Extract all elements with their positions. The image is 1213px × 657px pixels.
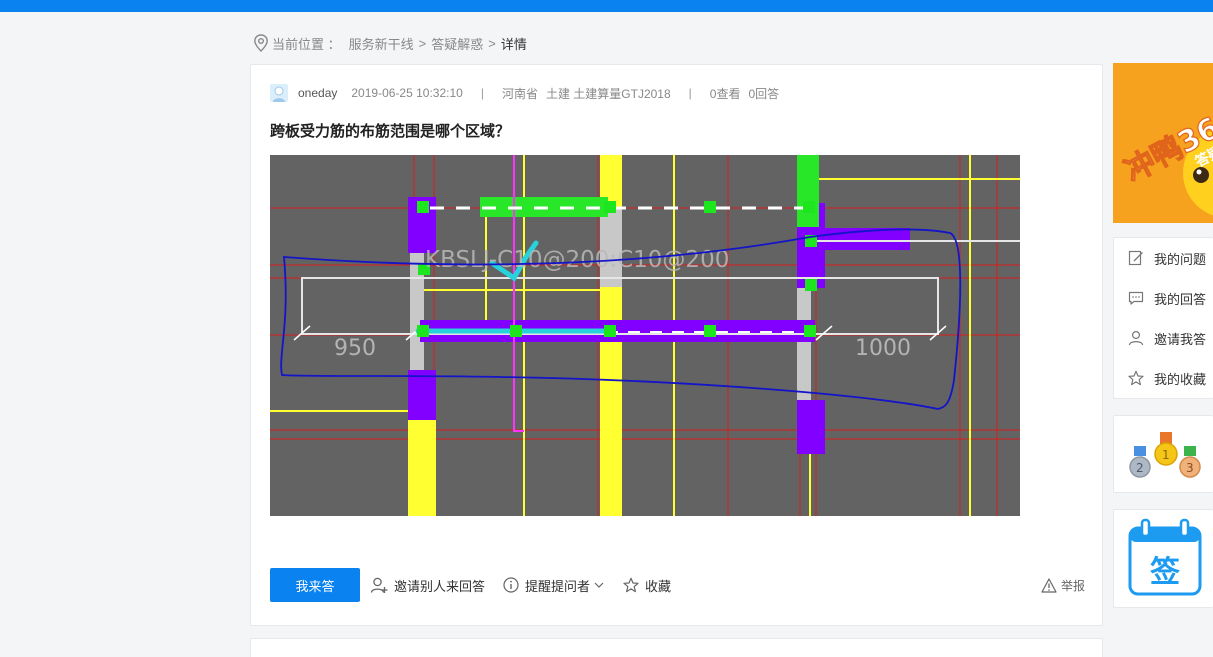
- collect-button[interactable]: 收藏: [623, 576, 671, 595]
- menu-label: 我的收藏: [1154, 371, 1207, 387]
- sign-in-card[interactable]: 签: [1113, 509, 1213, 608]
- answer-button[interactable]: 我来答: [270, 568, 360, 602]
- comment-icon: [1128, 291, 1144, 305]
- breadcrumb-link-service[interactable]: 服务新干线: [349, 34, 414, 53]
- menu-invited[interactable]: 邀请我答: [1114, 318, 1213, 358]
- rebar-label: KBSLJ-C10@200:C10@200: [425, 247, 729, 273]
- post-datetime: 2019-06-25 10:32:10: [351, 86, 463, 100]
- avatar[interactable]: [270, 84, 288, 102]
- edit-icon: [1128, 250, 1143, 266]
- question-image[interactable]: KBSLJ-C10@200:C10@200 950 1000: [270, 155, 1020, 516]
- star-icon: [623, 577, 639, 593]
- medal-rank-2: 2: [1136, 461, 1144, 475]
- ranking-card[interactable]: 2 1 3: [1113, 415, 1213, 493]
- medal-rank-1: 1: [1162, 448, 1170, 462]
- breadcrumb-separator: >: [418, 35, 427, 51]
- action-bar: 我来答 邀请别人来回答 提醒提问者 收藏 举报: [270, 568, 1085, 602]
- invite-button[interactable]: 邀请别人来回答: [370, 576, 485, 595]
- dimension-right: 1000: [855, 336, 911, 361]
- report-button[interactable]: 举报: [1041, 568, 1085, 602]
- breadcrumb-prefix: 当前位置 ：: [272, 36, 341, 52]
- menu-label: 邀请我答: [1154, 331, 1207, 347]
- remind-label: 提醒提问者: [525, 578, 591, 594]
- medals-icon: 2 1 3: [1129, 432, 1201, 478]
- question-title: 跨板受力筋的布筋范围是哪个区域？: [270, 123, 511, 140]
- view-count: 0查看: [709, 86, 741, 101]
- answer-count: 0回答: [748, 86, 780, 101]
- promo-banner[interactable]: 冲鸭36 答疑: [1113, 63, 1213, 223]
- menu-label: 我的问题: [1154, 251, 1207, 267]
- calendar-sign-icon: 签: [1128, 518, 1202, 596]
- top-bar: [0, 0, 1213, 12]
- menu-label: 我的回答: [1154, 291, 1207, 307]
- menu-my-questions[interactable]: 我的问题: [1114, 238, 1213, 278]
- star-icon: [1128, 370, 1144, 386]
- location-pin-icon: [254, 34, 268, 52]
- dimension-left: 950: [334, 336, 376, 361]
- breadcrumb-link-qa[interactable]: 答疑解惑: [431, 34, 483, 53]
- question-meta: oneday 2019-06-25 10:32:10 | 河南省 土建 土建算量…: [270, 82, 779, 104]
- medal-rank-3: 3: [1186, 461, 1194, 475]
- answers-card: [250, 638, 1103, 657]
- remind-button[interactable]: 提醒提问者: [503, 576, 605, 595]
- breadcrumb: 当前位置 ： 服务新干线 > 答疑解惑 > 详情: [252, 32, 527, 54]
- collect-label: 收藏: [645, 578, 672, 594]
- menu-my-collections[interactable]: 我的收藏: [1114, 358, 1213, 398]
- warning-icon: [1041, 577, 1057, 593]
- user-icon: [1128, 330, 1144, 346]
- breadcrumb-current: 详情: [500, 36, 527, 52]
- user-menu: 我的问题 我的回答 邀请我答 我的收藏: [1113, 237, 1213, 399]
- menu-my-answers[interactable]: 我的回答: [1114, 278, 1213, 318]
- breadcrumb-separator: >: [488, 35, 496, 51]
- category-label: 土建 土建算量GTJ2018: [545, 86, 671, 101]
- sign-label: 签: [1150, 555, 1180, 590]
- region-label: 河南省: [501, 86, 538, 101]
- info-icon: [503, 577, 519, 593]
- question-card: oneday 2019-06-25 10:32:10 | 河南省 土建 土建算量…: [250, 64, 1103, 626]
- report-label: 举报: [1060, 578, 1085, 593]
- chevron-down-icon: [594, 582, 604, 588]
- invite-label: 邀请别人来回答: [394, 578, 486, 594]
- user-add-icon: [370, 577, 388, 593]
- username-link[interactable]: oneday: [298, 86, 337, 100]
